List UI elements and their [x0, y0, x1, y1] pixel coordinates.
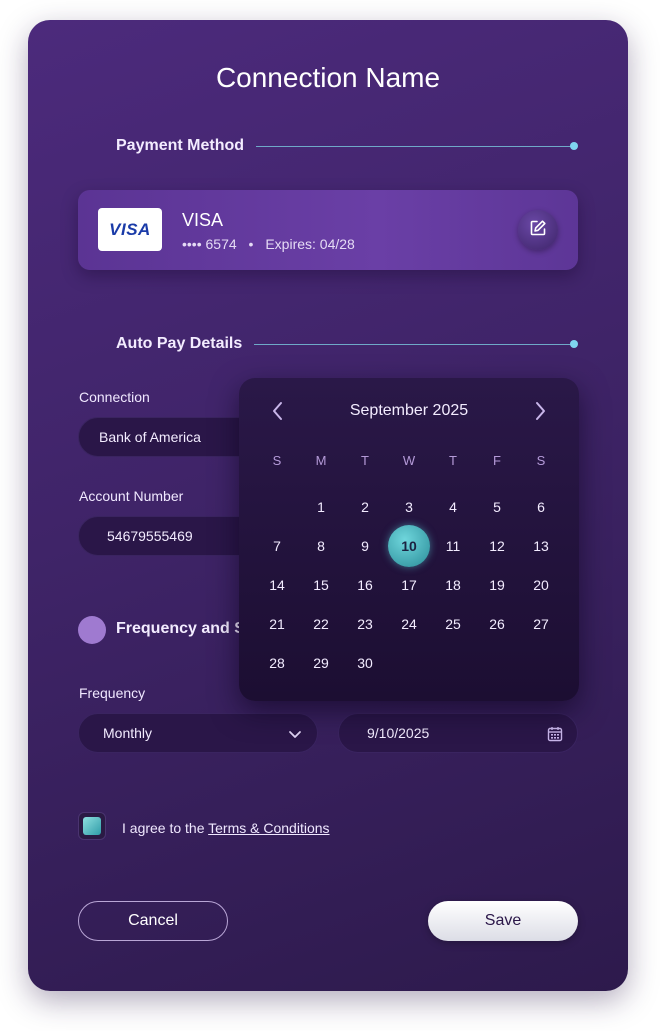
- card-meta: •••• 6574 • Expires: 04/28: [182, 236, 355, 252]
- weekday-label: T: [449, 452, 457, 468]
- day-cell[interactable]: 19: [475, 565, 519, 604]
- day-cell[interactable]: 30: [343, 643, 387, 682]
- connection-value: Bank of America: [99, 429, 201, 445]
- day-cell[interactable]: 12: [475, 526, 519, 565]
- weekday-row: SMTWTFS: [255, 448, 563, 472]
- week-row: 28 29 30: [255, 643, 563, 682]
- date-picker-header: September 2025: [239, 398, 579, 424]
- weekday-label: S: [272, 452, 282, 468]
- terms-link[interactable]: Terms & Conditions: [208, 820, 329, 836]
- card-expiry: Expires: 04/28: [265, 236, 355, 252]
- day-cell[interactable]: 16: [343, 565, 387, 604]
- day-cell[interactable]: 25: [431, 604, 475, 643]
- day-cell[interactable]: 6: [519, 487, 563, 526]
- date-picker-grid: SMTWTFS 1 2 3 4 5 6 7 8 9 10 11 12 13 14 15 16 17 18 19 20 2…: [255, 448, 563, 682]
- empty-day-cell: [255, 487, 299, 526]
- payment-card[interactable]: VISA VISA •••• 6574 • Expires: 04/28: [78, 190, 578, 270]
- card-separator: •: [248, 236, 254, 252]
- edit-card-button[interactable]: [518, 210, 558, 250]
- day-cell[interactable]: 8: [299, 526, 343, 565]
- start-date-value: 9/10/2025: [367, 725, 430, 741]
- account-number-value: 54679555469: [107, 528, 193, 544]
- autopay-details-label: Auto Pay Details: [116, 335, 243, 352]
- day-cell[interactable]: 9: [343, 526, 387, 565]
- terms-text: I agree to the Terms & Conditions: [122, 820, 330, 836]
- empty-day-cell: [387, 643, 431, 682]
- day-cell[interactable]: 2: [343, 487, 387, 526]
- terms-checkbox[interactable]: [78, 812, 106, 840]
- week-row: 7 8 9 10 11 12 13: [255, 524, 563, 567]
- weekday-label: T: [361, 452, 369, 468]
- chevron-right-icon[interactable]: [531, 400, 549, 427]
- card-brand: VISA: [182, 210, 224, 230]
- day-cell[interactable]: 21: [255, 604, 299, 643]
- week-row: 21 22 23 24 25 26 27: [255, 604, 563, 643]
- weekday-label: W: [402, 452, 416, 468]
- weekday-label: M: [315, 452, 327, 468]
- checkbox-checked-fill: [83, 817, 101, 835]
- connection-modal: Connection Name Payment Method VISA VISA…: [28, 20, 628, 991]
- day-cell-selected[interactable]: 10: [387, 524, 431, 567]
- payment-method-label: Payment Method: [116, 137, 245, 154]
- day-cell[interactable]: 28: [255, 643, 299, 682]
- selected-day[interactable]: 10: [388, 524, 430, 567]
- modal-title: Connection Name: [215, 62, 441, 93]
- date-picker-month: September 2025: [349, 402, 469, 419]
- day-cell[interactable]: 23: [343, 604, 387, 643]
- day-cell[interactable]: 11: [431, 526, 475, 565]
- empty-day-cell: [519, 643, 563, 682]
- terms-prefix: I agree to the: [122, 820, 209, 836]
- week-row: 123456: [255, 487, 563, 526]
- card-masked-number: •••• 6574: [182, 236, 237, 252]
- account-number-label: Account Number: [79, 488, 184, 504]
- payment-method-header: Payment Method: [116, 136, 578, 156]
- cancel-button[interactable]: Cancel: [78, 901, 228, 941]
- date-picker-popup: September 2025 SMTWTFS 1 2 3 4 5 6 7 8 9 10 11 12 13…: [239, 378, 579, 701]
- day-cell[interactable]: 27: [519, 604, 563, 643]
- week-row: 14 15 16 17 18 19 20: [255, 565, 563, 604]
- day-cell[interactable]: 24: [387, 604, 431, 643]
- day-cell[interactable]: 14: [255, 565, 299, 604]
- day-cell[interactable]: 15: [299, 565, 343, 604]
- section-divider-dot: [570, 142, 578, 150]
- frequency-label: Frequency: [79, 685, 146, 701]
- autopay-details-header: Auto Pay Details: [116, 334, 578, 354]
- weekday-label: F: [493, 452, 501, 468]
- empty-day-cell: [475, 643, 519, 682]
- weekday-label: S: [536, 452, 546, 468]
- visa-logo: VISA: [98, 208, 162, 251]
- frequency-step-indicator: [78, 616, 106, 644]
- frequency-value: Monthly: [103, 725, 153, 741]
- frequency-section-label: Frequency and S: [116, 620, 245, 637]
- day-cell[interactable]: 5: [475, 487, 519, 526]
- edit-icon: [529, 219, 547, 242]
- start-date-field[interactable]: 9/10/2025: [338, 713, 578, 753]
- connection-label: Connection: [79, 389, 150, 405]
- day-cell[interactable]: 20: [519, 565, 563, 604]
- day-cell[interactable]: 4: [431, 487, 475, 526]
- day-cell[interactable]: 18: [431, 565, 475, 604]
- day-cell[interactable]: 17: [387, 565, 431, 604]
- empty-day-cell: [431, 643, 475, 682]
- day-cell[interactable]: 29: [299, 643, 343, 682]
- frequency-select[interactable]: Monthly: [78, 713, 318, 753]
- calendar-icon[interactable]: [547, 726, 563, 745]
- section-divider-line: [256, 145, 572, 147]
- section-divider-dot: [570, 340, 578, 348]
- day-cell[interactable]: 22: [299, 604, 343, 643]
- chevron-down-icon: [287, 726, 303, 745]
- day-cell[interactable]: 3: [387, 487, 431, 526]
- day-cell[interactable]: 7: [255, 526, 299, 565]
- day-cell[interactable]: 1: [299, 487, 343, 526]
- save-button[interactable]: Save: [428, 901, 578, 941]
- day-cell[interactable]: 26: [475, 604, 519, 643]
- day-cell[interactable]: 13: [519, 526, 563, 565]
- section-divider-line: [254, 343, 572, 345]
